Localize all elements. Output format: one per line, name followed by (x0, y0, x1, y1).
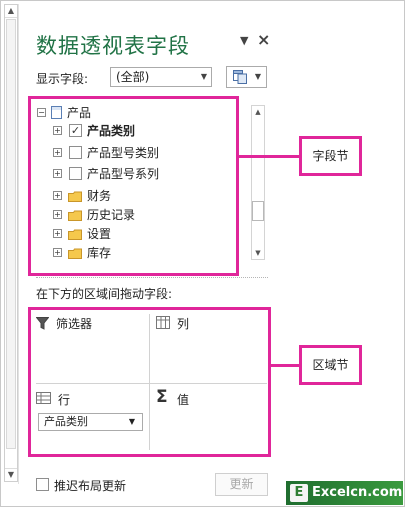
folder-label: 库存 (87, 246, 112, 260)
rows-area-title: 行 (58, 393, 71, 407)
layout-icon (233, 70, 247, 84)
chevron-down-icon: ▼ (128, 417, 135, 426)
expand-icon[interactable]: + (53, 169, 62, 178)
pane-divider (18, 4, 19, 484)
expand-icon[interactable]: + (53, 126, 62, 135)
rows-icon (36, 392, 51, 404)
collapse-icon[interactable]: − (37, 108, 46, 117)
close-icon[interactable]: × (257, 30, 270, 49)
show-fields-dropdown[interactable]: (全部) ▼ (110, 67, 212, 87)
defer-update-label: 推迟布局更新 (54, 479, 127, 493)
drag-fields-label: 在下方的区域间拖动字段: (36, 287, 173, 301)
area-section-callout: 区域节 (299, 345, 362, 385)
folder-icon (68, 191, 82, 202)
expand-icon[interactable]: + (53, 148, 62, 157)
show-fields-label: 显示字段: (36, 72, 89, 86)
expand-icon[interactable]: + (53, 210, 62, 219)
folder-icon (68, 229, 82, 240)
filters-area-title: 筛选器 (56, 317, 93, 331)
expand-icon[interactable]: + (53, 229, 62, 238)
field-root-label: 产品 (67, 106, 92, 120)
show-fields-value: (全部) (116, 70, 150, 84)
sigma-icon: Σ (156, 387, 168, 407)
scroll-down-icon[interactable]: ▼ (252, 247, 264, 259)
expand-icon[interactable]: + (53, 248, 62, 257)
field-label: 产品型号类别 (87, 146, 160, 160)
area-callout-connector (271, 364, 299, 367)
table-icon (51, 106, 62, 119)
folder-icon (68, 248, 82, 259)
columns-area-title: 列 (177, 317, 190, 331)
area-divider-vertical (149, 314, 150, 450)
scroll-up-icon[interactable]: ▲ (252, 106, 264, 118)
field-label: 产品型号系列 (87, 167, 160, 181)
pane-scrollbar[interactable]: ▲ ▼ (4, 4, 18, 482)
chevron-down-icon: ▼ (254, 72, 261, 81)
section-divider[interactable] (36, 277, 268, 278)
scroll-thumb[interactable] (252, 201, 264, 221)
pane-options-icon[interactable]: ▼ (240, 34, 248, 47)
folder-label: 财务 (87, 189, 112, 203)
field-checkbox[interactable] (69, 146, 82, 159)
field-checkbox[interactable]: ✓ (69, 124, 82, 137)
values-area-title: 值 (177, 393, 190, 407)
update-button[interactable]: 更新 (215, 473, 268, 496)
expand-icon[interactable]: + (53, 191, 62, 200)
watermark-badge: E (290, 484, 308, 502)
pane-title: 数据透视表字段 (36, 34, 190, 58)
field-callout-connector (239, 155, 299, 158)
folder-label: 历史记录 (87, 208, 136, 222)
field-list-scrollbar[interactable]: ▲ ▼ (251, 105, 265, 260)
field-section-callout: 字段节 (299, 136, 362, 176)
field-checkbox[interactable] (69, 167, 82, 180)
scroll-down-icon[interactable]: ▼ (5, 468, 17, 481)
scroll-thumb[interactable] (6, 19, 16, 449)
site-watermark: E Excelcn.com (286, 481, 403, 505)
rows-field-dropdown[interactable]: 产品类别 ▼ (38, 413, 143, 431)
columns-icon (156, 316, 170, 329)
scroll-up-icon[interactable]: ▲ (5, 5, 17, 18)
field-label: 产品类别 (87, 124, 136, 138)
folder-icon (68, 210, 82, 221)
tools-button[interactable]: ▼ (226, 66, 267, 88)
area-divider-horizontal (36, 383, 267, 384)
folder-label: 设置 (87, 227, 112, 241)
defer-update-checkbox[interactable] (36, 478, 49, 491)
chevron-down-icon: ▼ (200, 72, 207, 81)
filter-icon (36, 317, 49, 330)
rows-field-value: 产品类别 (44, 415, 88, 428)
watermark-text: Excelcn.com (312, 485, 403, 500)
